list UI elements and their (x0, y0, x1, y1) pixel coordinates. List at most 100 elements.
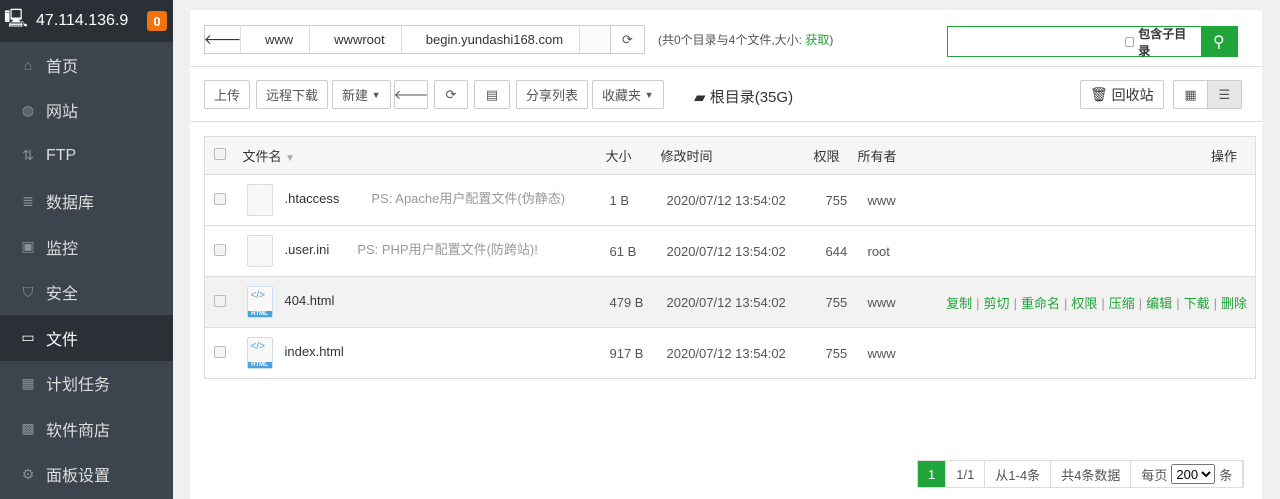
refresh-button[interactable]: ⟳ (434, 80, 468, 109)
recycle-bin-button[interactable]: 🗑 回收站 (1080, 80, 1164, 109)
get-size-link[interactable]: 获取 (805, 33, 829, 47)
caret-down-icon: ▼ (371, 89, 381, 100)
file-perm[interactable]: 755 (813, 327, 858, 379)
file-perm[interactable]: 644 (813, 225, 858, 277)
nav-icon: ▭ (21, 329, 35, 346)
col-owner: 所有者 (857, 136, 938, 175)
sidebar-item-9[interactable]: ⚙ 面板设置 (0, 452, 173, 498)
notification-badge[interactable]: 0 (147, 11, 167, 31)
search-button[interactable]: ⚲ (1200, 27, 1237, 56)
row-checkbox[interactable] (214, 192, 226, 205)
page-count: 1/1 (946, 461, 986, 487)
col-name[interactable]: 文件名 (243, 149, 282, 164)
file-name[interactable]: index.html (285, 344, 344, 359)
share-list-button[interactable]: 分享列表 (516, 80, 589, 109)
sidebar-item-3[interactable]: ≣ 数据库 (0, 179, 173, 225)
terminal-button[interactable]: ▤ (474, 80, 510, 109)
search-icon: ⚲ (1212, 33, 1225, 51)
terminal-icon: ▤ (485, 86, 499, 102)
table-row[interactable]: </> HTML index.html 917 B 2020/07/12 13:54… (204, 327, 1256, 379)
op-link[interactable]: 删除 (1221, 296, 1247, 311)
op-link[interactable]: 复制 (946, 296, 972, 311)
refresh-path-button[interactable]: ⟳ (610, 25, 645, 54)
breadcrumb-www[interactable]: www (241, 26, 311, 53)
grid-icon: ▦ (1184, 86, 1197, 102)
caret-down-icon: ▼ (644, 89, 654, 100)
table-row[interactable]: </> HTML 404.html 479 B 2020/07/12 13:54:0… (204, 276, 1256, 328)
file-mtime: 2020/07/12 13:54:02 (660, 225, 814, 277)
sidebar-item-7[interactable]: ▦ 计划任务 (0, 361, 173, 407)
table-row[interactable]: .htaccess PS: Apache用户配置文件(伪静态) 1 B 2020/… (204, 174, 1256, 226)
back-arrow-icon: 🡐 (393, 86, 429, 102)
sidebar-item-label: 软件商店 (46, 422, 111, 440)
row-checkbox[interactable] (214, 243, 226, 256)
row-ops: 复制 | 剪切 | 重命名 | 权限 | 压缩 | 编辑 | 下载 | 删除 (937, 276, 1256, 328)
back-arrow-icon[interactable]: 🡐 (204, 26, 241, 53)
upload-button[interactable]: 上传 (204, 80, 251, 109)
op-link[interactable]: 权限 (1071, 296, 1097, 311)
sidebar-item-label: 面板设置 (46, 468, 111, 486)
sidebar-item-2[interactable]: ⇅ FTP (0, 133, 173, 179)
row-checkbox[interactable] (214, 294, 226, 307)
go-back-button[interactable]: 🡐 (394, 80, 428, 109)
html-file-icon: </> HTML (246, 286, 273, 318)
refresh-icon: ⟳ (622, 31, 633, 47)
dir-info: (共0个目录与4个文件,大小: 获取) (658, 31, 833, 48)
op-link[interactable]: 重命名 (1021, 296, 1060, 311)
favorites-dropdown-button[interactable]: 收藏夹 ▼ (592, 80, 664, 109)
sidebar-item-0[interactable]: ⌂ 首页 (0, 42, 173, 88)
sidebar-item-label: 监控 (46, 240, 79, 258)
op-link[interactable]: 编辑 (1146, 296, 1172, 311)
col-size[interactable]: 大小 (605, 136, 661, 175)
select-all-checkbox[interactable] (214, 148, 226, 160)
file-table: 文件名 ▼ 大小 修改时间 权限 所有者 操作 .htaccess PS: Apa… (204, 136, 1256, 379)
col-mtime[interactable]: 修改时间 (660, 136, 814, 175)
breadcrumb-site[interactable]: begin.yundashi168.com (401, 26, 581, 53)
file-owner[interactable]: root (857, 225, 938, 277)
file-perm[interactable]: 755 (813, 276, 858, 328)
grid-view-button[interactable]: ▦ (1173, 80, 1208, 109)
sidebar-item-1[interactable]: ◍ 网站 (0, 88, 173, 134)
file-mtime: 2020/07/12 13:54:02 (660, 276, 814, 328)
sidebar-item-label: 网站 (46, 104, 79, 122)
file-name[interactable]: .htaccess (285, 191, 340, 206)
sidebar-item-6[interactable]: ▭ 文件 (0, 315, 173, 361)
include-subdir-label: 包含子目录 (1138, 26, 1187, 58)
new-dropdown-button[interactable]: 新建 ▼ (332, 80, 391, 109)
root-dir[interactable]: ▰ 根目录(35G) (694, 86, 793, 107)
file-owner[interactable]: www (857, 276, 938, 328)
checkbox[interactable] (1125, 36, 1135, 47)
search-input[interactable] (948, 27, 1125, 56)
sidebar-item-label: 文件 (46, 331, 79, 349)
include-subdir-checkbox[interactable]: 包含子目录 (1125, 26, 1201, 58)
breadcrumb-wwwroot[interactable]: wwwroot (310, 26, 402, 53)
op-link[interactable]: 剪切 (984, 296, 1010, 311)
file-perm[interactable]: 755 (813, 174, 858, 226)
file-name[interactable]: 404.html (285, 293, 335, 308)
per-page-label: 每页 (1141, 467, 1168, 483)
row-checkbox[interactable] (214, 345, 226, 358)
list-icon: ☰ (1218, 86, 1231, 102)
list-view-button[interactable]: ☰ (1207, 80, 1242, 109)
sidebar-item-label: 首页 (46, 58, 79, 76)
sidebar-item-4[interactable]: ▣ 监控 (0, 224, 173, 270)
per-page-select[interactable]: 200 (1171, 464, 1216, 484)
sidebar-item-8[interactable]: ▩ 软件商店 (0, 406, 173, 452)
op-link[interactable]: 下载 (1184, 296, 1210, 311)
file-remark: PS: PHP用户配置文件(防跨站)! (357, 242, 538, 258)
nav-icon: ⚙ (21, 465, 35, 482)
op-link[interactable]: 压缩 (1109, 296, 1135, 311)
file-owner[interactable]: www (857, 327, 938, 379)
nav-icon: ▣ (21, 238, 35, 255)
search-box: 包含子目录 ⚲ (947, 26, 1238, 58)
page-current[interactable]: 1 (918, 461, 947, 487)
sort-caret-icon[interactable]: ▼ (285, 153, 295, 164)
row-ops (937, 327, 1256, 379)
file-name[interactable]: .user.ini (285, 242, 330, 257)
table-row[interactable]: .user.ini PS: PHP用户配置文件(防跨站)! 61 B 2020/0… (204, 225, 1256, 277)
remote-download-button[interactable]: 远程下载 (256, 80, 329, 109)
file-owner[interactable]: www (857, 174, 938, 226)
sidebar-item-5[interactable]: ⛉ 安全 (0, 270, 173, 316)
favorites-label: 收藏夹 (602, 88, 642, 103)
file-manager: 🡐 www wwwroot begin.yundashi168.com ⟳ (共… (190, 10, 1262, 499)
